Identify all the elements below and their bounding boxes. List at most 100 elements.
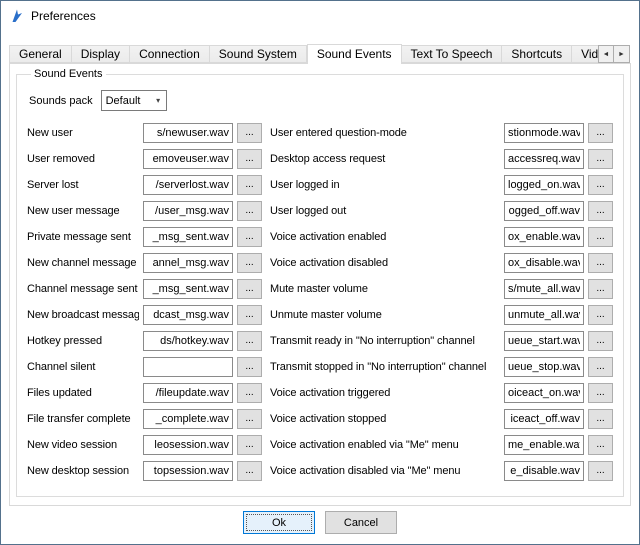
sound-event-label: New video session — [27, 439, 139, 451]
browse-button[interactable]: ... — [588, 357, 613, 377]
tab-display[interactable]: Display — [72, 45, 130, 63]
browse-button[interactable]: ... — [588, 461, 613, 481]
browse-button[interactable]: ... — [237, 279, 262, 299]
sound-file-input[interactable] — [143, 435, 233, 455]
sound-file-input[interactable] — [504, 253, 584, 273]
sound-file-input[interactable] — [504, 201, 584, 221]
sound-file-input[interactable] — [504, 305, 584, 325]
titlebar[interactable]: Preferences — [1, 1, 639, 31]
sound-file-input[interactable] — [504, 461, 584, 481]
sound-event-row: Mute master volume... — [270, 279, 613, 299]
tab-shortcuts[interactable]: Shortcuts — [502, 45, 572, 63]
dialog-footer: Ok Cancel — [1, 511, 639, 534]
sound-events-tab-page: Sound Events Sounds pack Default ▾ New u… — [9, 63, 631, 506]
browse-button[interactable]: ... — [588, 123, 613, 143]
sound-file-input[interactable] — [143, 123, 233, 143]
sound-event-row: User logged in... — [270, 175, 613, 195]
right-column: User entered question-mode... Desktop acc… — [270, 123, 613, 481]
sound-file-input[interactable] — [143, 357, 233, 377]
sound-event-label: User logged in — [270, 179, 500, 191]
sound-file-input[interactable] — [143, 201, 233, 221]
sound-file-input[interactable] — [504, 149, 584, 169]
sound-event-row: User entered question-mode... — [270, 123, 613, 143]
browse-button[interactable]: ... — [237, 305, 262, 325]
sound-file-input[interactable] — [143, 149, 233, 169]
browse-button[interactable]: ... — [237, 461, 262, 481]
browse-button[interactable]: ... — [237, 435, 262, 455]
sound-file-input[interactable] — [143, 253, 233, 273]
sound-file-input[interactable] — [504, 123, 584, 143]
sound-file-input[interactable] — [504, 435, 584, 455]
sound-file-input[interactable] — [143, 461, 233, 481]
sound-event-label: Desktop access request — [270, 153, 500, 165]
sound-event-label: User removed — [27, 153, 139, 165]
browse-button[interactable]: ... — [237, 357, 262, 377]
sound-file-input[interactable] — [143, 331, 233, 351]
browse-button[interactable]: ... — [588, 149, 613, 169]
sound-event-row: Files updated... — [27, 383, 262, 403]
browse-button[interactable]: ... — [588, 253, 613, 273]
sound-file-input[interactable] — [504, 383, 584, 403]
sound-file-input[interactable] — [504, 409, 584, 429]
sound-event-label: Voice activation enabled via "Me" menu — [270, 439, 500, 451]
sound-file-input[interactable] — [143, 305, 233, 325]
sound-file-input[interactable] — [504, 227, 584, 247]
sound-event-label: New user — [27, 127, 139, 139]
tab-text-to-speech[interactable]: Text To Speech — [402, 45, 503, 63]
sound-event-row: File transfer complete... — [27, 409, 262, 429]
browse-button[interactable]: ... — [237, 383, 262, 403]
ok-button[interactable]: Ok — [243, 511, 315, 534]
tab-sound-system[interactable]: Sound System — [210, 45, 307, 63]
tab-general[interactable]: General — [9, 45, 72, 63]
browse-button[interactable]: ... — [588, 201, 613, 221]
tab-sound-events[interactable]: Sound Events — [307, 44, 402, 64]
arrow-left-icon: ◄ — [603, 51, 610, 58]
app-icon — [9, 8, 25, 24]
browse-button[interactable]: ... — [588, 279, 613, 299]
sound-event-label: File transfer complete — [27, 413, 139, 425]
tab-scroll-left-button[interactable]: ◄ — [598, 45, 614, 63]
browse-button[interactable]: ... — [588, 175, 613, 195]
browse-button[interactable]: ... — [588, 331, 613, 351]
browse-button[interactable]: ... — [237, 227, 262, 247]
tab-connection[interactable]: Connection — [130, 45, 210, 63]
browse-button[interactable]: ... — [237, 409, 262, 429]
sound-event-label: Files updated — [27, 387, 139, 399]
sound-event-row: New user... — [27, 123, 262, 143]
sound-event-columns: New user...User removed...Server lost...… — [27, 123, 613, 481]
browse-button[interactable]: ... — [237, 149, 262, 169]
sounds-pack-select[interactable]: Default ▾ — [101, 90, 167, 111]
browse-button[interactable]: ... — [588, 383, 613, 403]
browse-button[interactable]: ... — [588, 435, 613, 455]
sounds-pack-value: Default — [106, 95, 141, 107]
sound-event-label: Voice activation triggered — [270, 387, 500, 399]
sound-file-input[interactable] — [504, 175, 584, 195]
sound-file-input[interactable] — [504, 357, 584, 377]
sound-event-label: New channel message — [27, 257, 139, 269]
browse-button[interactable]: ... — [237, 253, 262, 273]
sounds-pack-label: Sounds pack — [29, 95, 93, 107]
browse-button[interactable]: ... — [237, 123, 262, 143]
cancel-button[interactable]: Cancel — [325, 511, 397, 534]
browse-button[interactable]: ... — [237, 201, 262, 221]
browse-button[interactable]: ... — [588, 227, 613, 247]
browse-button[interactable]: ... — [237, 175, 262, 195]
window-title: Preferences — [31, 9, 96, 23]
sound-file-input[interactable] — [143, 227, 233, 247]
sound-file-input[interactable] — [504, 331, 584, 351]
browse-button[interactable]: ... — [588, 409, 613, 429]
sound-file-input[interactable] — [143, 409, 233, 429]
tab-scroll-right-button[interactable]: ► — [614, 45, 630, 63]
sound-file-input[interactable] — [143, 175, 233, 195]
sound-event-row: Voice activation enabled... — [270, 227, 613, 247]
sound-event-label: Hotkey pressed — [27, 335, 139, 347]
sound-event-row: Unmute master volume... — [270, 305, 613, 325]
sound-file-input[interactable] — [143, 383, 233, 403]
sound-event-row: User logged out... — [270, 201, 613, 221]
sound-file-input[interactable] — [143, 279, 233, 299]
sound-file-input[interactable] — [504, 279, 584, 299]
browse-button[interactable]: ... — [237, 331, 262, 351]
browse-button[interactable]: ... — [588, 305, 613, 325]
sound-event-label: User entered question-mode — [270, 127, 500, 139]
sound-event-label: Voice activation disabled via "Me" menu — [270, 465, 500, 477]
